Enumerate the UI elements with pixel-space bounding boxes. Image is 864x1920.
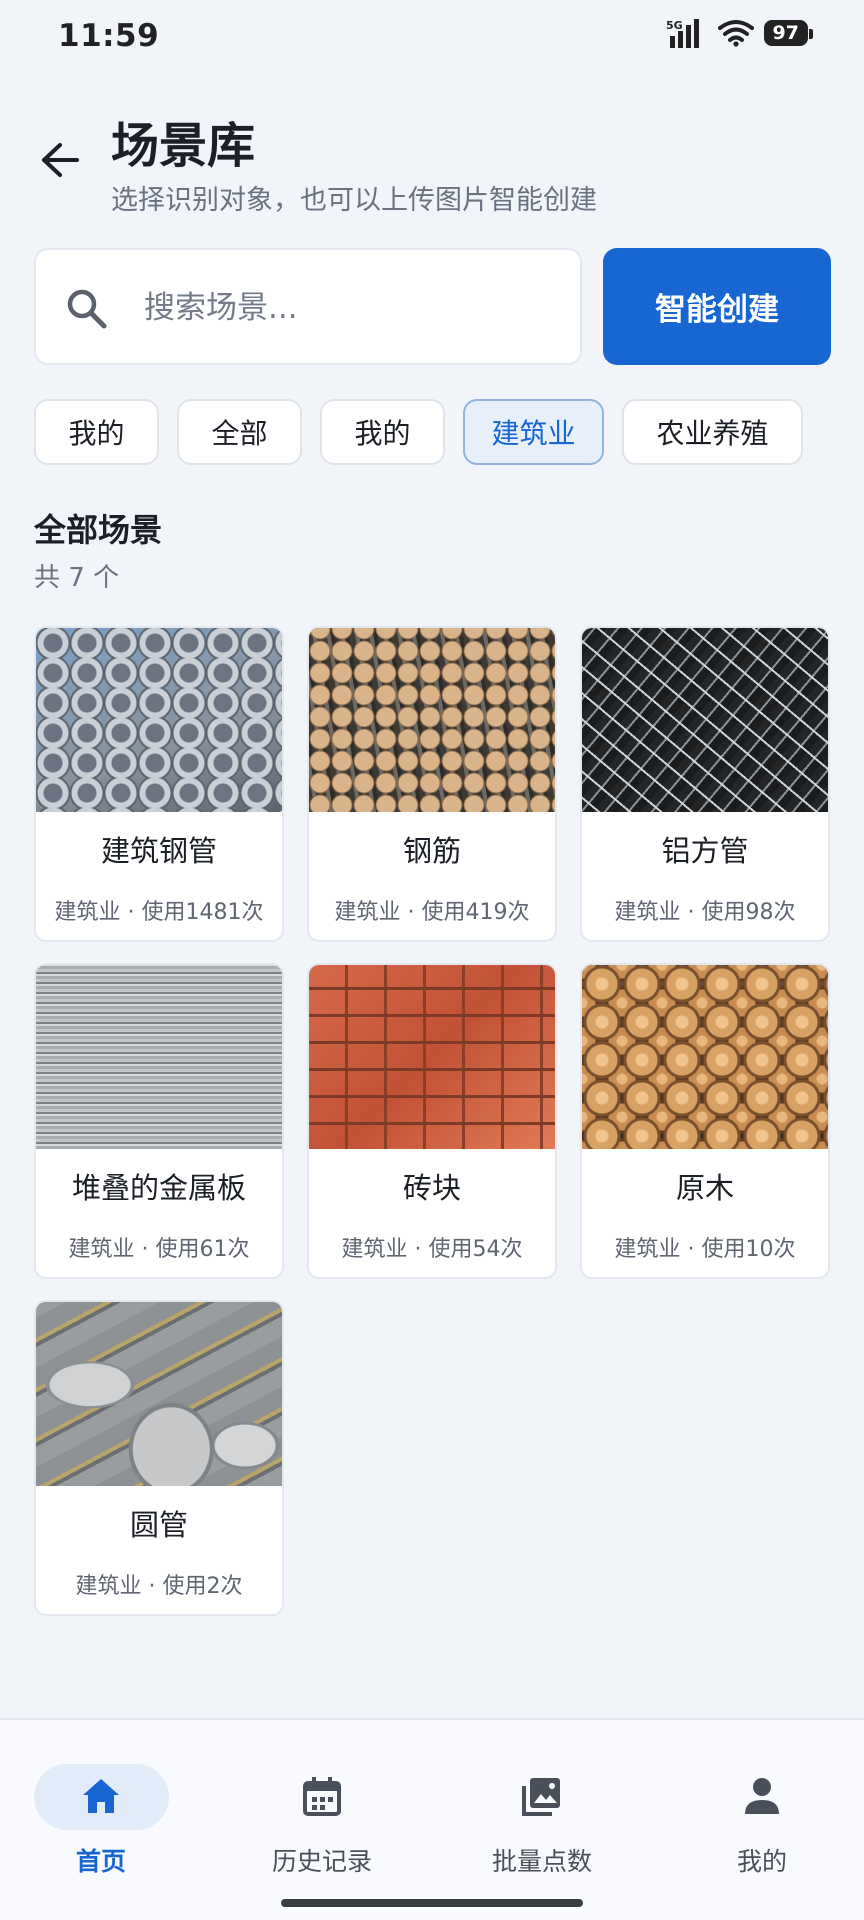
scene-meta: 建筑业 · 使用419次 [334, 900, 530, 925]
bottom-nav: 首页 历史记录 批量点数 我的 [0, 1718, 864, 1920]
image-library-icon [522, 1778, 560, 1816]
scene-name: 原木 [675, 1171, 734, 1205]
status-time: 11:59 [58, 18, 160, 54]
scene-image-metal-sheets [36, 965, 282, 1149]
filter-chip-mine-2[interactable]: 我的 [320, 399, 445, 465]
filter-chips: 我的 全部 我的 建筑业 农业养殖 [34, 399, 803, 465]
filter-chip-all[interactable]: 全部 [177, 399, 302, 465]
scene-meta: 建筑业 · 使用2次 [75, 1574, 243, 1599]
person-icon [745, 1778, 779, 1814]
scene-card[interactable]: 原木 建筑业 · 使用10次 [580, 963, 830, 1279]
scene-meta: 建筑业 · 使用1481次 [54, 900, 264, 925]
scene-image-rebar [309, 628, 555, 812]
scene-meta: 建筑业 · 使用54次 [341, 1237, 523, 1262]
nav-item-home[interactable]: 首页 [1, 1742, 201, 1876]
filter-chip-construction[interactable]: 建筑业 [463, 399, 604, 465]
page-title: 场景库 [111, 118, 256, 174]
section-title: 全部场景 [34, 511, 163, 549]
nav-item-profile[interactable]: 我的 [662, 1742, 862, 1876]
filter-chip-agriculture[interactable]: 农业养殖 [622, 399, 803, 465]
search-box[interactable] [34, 248, 582, 365]
scene-meta: 建筑业 · 使用98次 [614, 900, 796, 925]
nav-label: 批量点数 [491, 1847, 592, 1876]
scene-card[interactable]: 圆管 建筑业 · 使用2次 [34, 1300, 284, 1616]
home-icon [83, 1779, 119, 1813]
scene-name: 圆管 [129, 1508, 188, 1542]
filter-chip-mine[interactable]: 我的 [34, 399, 159, 465]
scene-image-bricks [309, 965, 555, 1149]
smart-create-button[interactable]: 智能创建 [603, 248, 831, 365]
scene-count: 共 7 个 [34, 563, 120, 593]
scene-name: 钢筋 [402, 834, 461, 868]
scene-name: 堆叠的金属板 [71, 1171, 246, 1205]
scene-card[interactable]: 铝方管 建筑业 · 使用98次 [580, 626, 830, 942]
nav-item-history[interactable]: 历史记录 [222, 1742, 422, 1876]
page-subtitle: 选择识别对象，也可以上传图片智能创建 [111, 185, 597, 216]
cellular-signal-icon: 5G [666, 19, 699, 48]
nav-label: 历史记录 [271, 1847, 372, 1876]
wifi-icon [717, 20, 754, 47]
svg-text:5G: 5G [666, 19, 683, 32]
scene-name: 砖块 [402, 1171, 461, 1205]
scene-card[interactable]: 建筑钢管 建筑业 · 使用1481次 [34, 626, 284, 942]
scene-card[interactable]: 钢筋 建筑业 · 使用419次 [307, 626, 557, 942]
back-button[interactable] [30, 130, 90, 190]
scene-card[interactable]: 砖块 建筑业 · 使用54次 [307, 963, 557, 1279]
calendar-icon [303, 1777, 341, 1816]
scene-image-square-tubes [582, 628, 828, 812]
nav-item-batch-count[interactable]: 批量点数 [442, 1742, 642, 1876]
home-indicator[interactable] [281, 1899, 583, 1907]
battery-indicator: 97 [763, 20, 814, 46]
nav-label: 我的 [736, 1847, 787, 1876]
nav-label: 首页 [75, 1847, 126, 1876]
status-indicators: 5G 97 [666, 18, 814, 48]
search-icon [67, 289, 107, 329]
status-bar: 11:59 5G 97 [0, 0, 864, 72]
scene-meta: 建筑业 · 使用61次 [68, 1237, 250, 1262]
scene-image-round-bars [36, 1302, 282, 1486]
scene-card[interactable]: 堆叠的金属板 建筑业 · 使用61次 [34, 963, 284, 1279]
scene-meta: 建筑业 · 使用10次 [614, 1237, 796, 1262]
scene-grid: 建筑钢管 建筑业 · 使用1481次 钢筋 建筑业 · 使用419次 铝方管 建… [34, 626, 830, 1616]
scene-image-steel-pipes [36, 628, 282, 812]
scene-image-logs [582, 965, 828, 1149]
scene-name: 铝方管 [661, 834, 749, 868]
arrow-left-icon [42, 143, 79, 177]
search-input[interactable] [144, 280, 554, 336]
scene-name: 建筑钢管 [100, 834, 217, 868]
